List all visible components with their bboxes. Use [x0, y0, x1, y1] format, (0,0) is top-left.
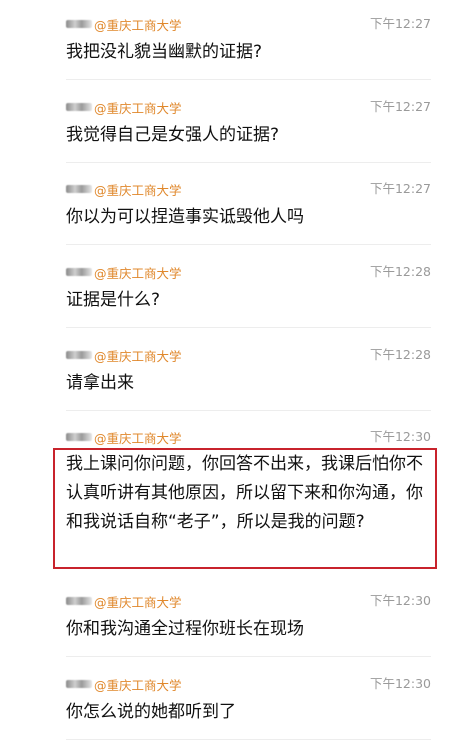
message-time: 下午12:27 — [369, 16, 431, 31]
message-time: 下午12:28 — [369, 264, 431, 279]
blurred-avatar-icon — [66, 351, 92, 359]
message-text: 你以为可以捏造事实诋毁他人吗 — [66, 207, 304, 227]
message-text: 我把没礼貌当幽默的证据? — [66, 42, 263, 62]
divider — [66, 162, 431, 163]
sender-name[interactable]: @重庆工商大学 — [66, 180, 182, 198]
sender-name[interactable]: @重庆工商大学 — [66, 346, 182, 364]
message-text: 我觉得自己是女强人的证据? — [66, 125, 280, 145]
blurred-avatar-icon — [66, 103, 92, 111]
sender-name[interactable]: @重庆工商大学 — [66, 263, 182, 281]
message-time: 下午12:30 — [369, 429, 431, 444]
message-time: 下午12:27 — [369, 99, 431, 114]
sender-name[interactable]: @重庆工商大学 — [66, 592, 182, 610]
sender-name[interactable]: @重庆工商大学 — [66, 98, 182, 116]
message-time: 下午12:30 — [369, 676, 431, 691]
message-time: 下午12:27 — [369, 181, 431, 196]
message-text: 你怎么说的她都听到了 — [66, 702, 236, 722]
blurred-avatar-icon — [66, 597, 92, 605]
blurred-avatar-icon — [66, 433, 92, 441]
sender-name[interactable]: @重庆工商大学 — [66, 15, 182, 33]
sender-name[interactable]: @重庆工商大学 — [66, 428, 182, 446]
divider — [66, 244, 431, 245]
blurred-avatar-icon — [66, 20, 92, 28]
divider — [66, 410, 431, 411]
message-text: 你和我沟通全过程你班长在现场 — [66, 619, 304, 639]
divider — [66, 656, 431, 657]
blurred-avatar-icon — [66, 680, 92, 688]
blurred-avatar-icon — [66, 268, 92, 276]
message-time: 下午12:30 — [369, 593, 431, 608]
sender-name[interactable]: @重庆工商大学 — [66, 675, 182, 693]
message-text: 证据是什么? — [66, 290, 161, 310]
divider — [66, 739, 431, 740]
blurred-avatar-icon — [66, 185, 92, 193]
message-text: 请拿出来 — [66, 373, 134, 393]
highlight-box — [53, 448, 437, 569]
message-time: 下午12:28 — [369, 347, 431, 362]
divider — [66, 327, 431, 328]
divider — [66, 79, 431, 80]
